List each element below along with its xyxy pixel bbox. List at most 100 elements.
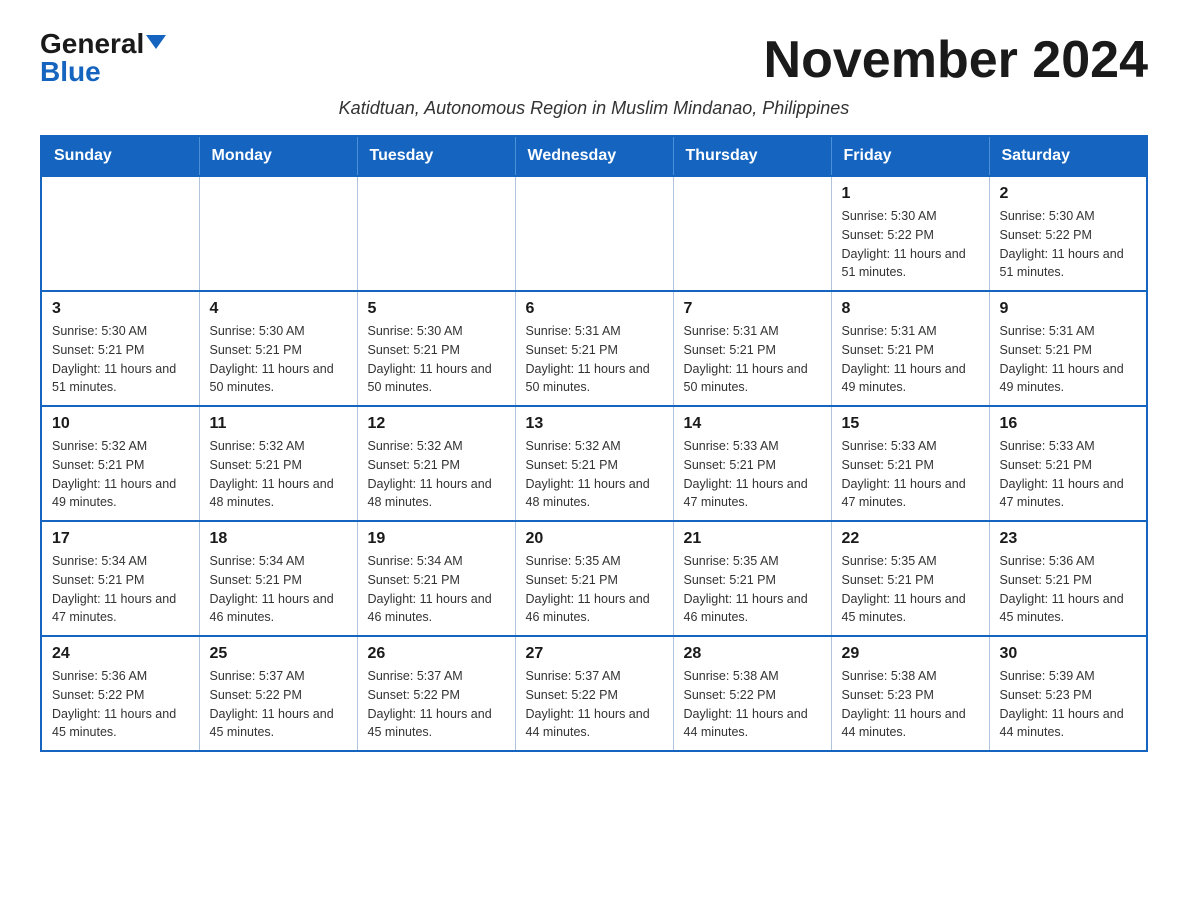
calendar-cell: 26 Sunrise: 5:37 AM Sunset: 5:22 PM Dayli…: [357, 636, 515, 751]
day-info: Sunrise: 5:31 AM Sunset: 5:21 PM Dayligh…: [1000, 322, 1137, 397]
header: General Blue November 2024: [40, 30, 1148, 90]
day-number: 12: [368, 415, 505, 433]
day-info: Sunrise: 5:30 AM Sunset: 5:21 PM Dayligh…: [368, 322, 505, 397]
day-info: Sunrise: 5:33 AM Sunset: 5:21 PM Dayligh…: [842, 437, 979, 512]
day-info: Sunrise: 5:34 AM Sunset: 5:21 PM Dayligh…: [52, 552, 189, 627]
day-number: 29: [842, 645, 979, 663]
calendar-week-5: 24 Sunrise: 5:36 AM Sunset: 5:22 PM Dayli…: [41, 636, 1147, 751]
day-info: Sunrise: 5:31 AM Sunset: 5:21 PM Dayligh…: [842, 322, 979, 397]
calendar-week-3: 10Sunrise: 5:32 AM Sunset: 5:21 PM Dayli…: [41, 406, 1147, 521]
day-number: 14: [684, 415, 821, 433]
calendar-cell: 29 Sunrise: 5:38 AM Sunset: 5:23 PM Dayli…: [831, 636, 989, 751]
day-info: Sunrise: 5:33 AM Sunset: 5:21 PM Dayligh…: [684, 437, 821, 512]
day-info: Sunrise: 5:30 AM Sunset: 5:22 PM Dayligh…: [1000, 207, 1137, 282]
day-info: Sunrise: 5:33 AM Sunset: 5:21 PM Dayligh…: [1000, 437, 1137, 512]
calendar-cell: 22 Sunrise: 5:35 AM Sunset: 5:21 PM Dayli…: [831, 521, 989, 636]
day-info: Sunrise: 5:36 AM Sunset: 5:22 PM Dayligh…: [52, 667, 189, 742]
day-info: Sunrise: 5:30 AM Sunset: 5:21 PM Dayligh…: [210, 322, 347, 397]
calendar-cell: 8 Sunrise: 5:31 AM Sunset: 5:21 PM Daylig…: [831, 291, 989, 406]
calendar-cell: 12 Sunrise: 5:32 AM Sunset: 5:21 PM Dayli…: [357, 406, 515, 521]
day-info: Sunrise: 5:37 AM Sunset: 5:22 PM Dayligh…: [526, 667, 663, 742]
day-number: 19: [368, 530, 505, 548]
day-number: 16: [1000, 415, 1137, 433]
day-info: Sunrise: 5:32 AM Sunset: 5:21 PM Dayligh…: [52, 437, 189, 512]
day-number: 22: [842, 530, 979, 548]
day-info: Sunrise: 5:34 AM Sunset: 5:21 PM Dayligh…: [210, 552, 347, 627]
day-info: Sunrise: 5:37 AM Sunset: 5:22 PM Dayligh…: [368, 667, 505, 742]
logo-general-text: General: [40, 30, 144, 58]
calendar-cell: [199, 176, 357, 291]
logo: General Blue: [40, 30, 166, 86]
day-number: 17: [52, 530, 189, 548]
calendar-week-1: 1 Sunrise: 5:30 AM Sunset: 5:22 PM Daylig…: [41, 176, 1147, 291]
weekday-header-wednesday: Wednesday: [515, 136, 673, 176]
day-info: Sunrise: 5:32 AM Sunset: 5:21 PM Dayligh…: [368, 437, 505, 512]
day-number: 25: [210, 645, 347, 663]
day-info: Sunrise: 5:39 AM Sunset: 5:23 PM Dayligh…: [1000, 667, 1137, 742]
day-number: 3: [52, 300, 189, 318]
day-number: 8: [842, 300, 979, 318]
calendar-cell: 19 Sunrise: 5:34 AM Sunset: 5:21 PM Dayli…: [357, 521, 515, 636]
weekday-header-friday: Friday: [831, 136, 989, 176]
weekday-header-monday: Monday: [199, 136, 357, 176]
day-number: 30: [1000, 645, 1137, 663]
day-info: Sunrise: 5:35 AM Sunset: 5:21 PM Dayligh…: [684, 552, 821, 627]
weekday-header-saturday: Saturday: [989, 136, 1147, 176]
calendar-cell: [673, 176, 831, 291]
logo-general-line: General: [40, 30, 166, 58]
day-info: Sunrise: 5:31 AM Sunset: 5:21 PM Dayligh…: [684, 322, 821, 397]
day-info: Sunrise: 5:38 AM Sunset: 5:23 PM Dayligh…: [842, 667, 979, 742]
calendar-header: SundayMondayTuesdayWednesdayThursdayFrid…: [41, 136, 1147, 176]
calendar-cell: 5 Sunrise: 5:30 AM Sunset: 5:21 PM Daylig…: [357, 291, 515, 406]
calendar-cell: 4 Sunrise: 5:30 AM Sunset: 5:21 PM Daylig…: [199, 291, 357, 406]
day-number: 24: [52, 645, 189, 663]
calendar-cell: 11 Sunrise: 5:32 AM Sunset: 5:21 PM Dayli…: [199, 406, 357, 521]
day-number: 26: [368, 645, 505, 663]
calendar-cell: 1Sunrise: 5:30 AM Sunset: 5:22 PM Daylig…: [831, 176, 989, 291]
calendar-cell: 23 Sunrise: 5:36 AM Sunset: 5:21 PM Dayli…: [989, 521, 1147, 636]
calendar-cell: 27Sunrise: 5:37 AM Sunset: 5:22 PM Dayli…: [515, 636, 673, 751]
day-info: Sunrise: 5:35 AM Sunset: 5:21 PM Dayligh…: [842, 552, 979, 627]
calendar-cell: 16 Sunrise: 5:33 AM Sunset: 5:21 PM Dayli…: [989, 406, 1147, 521]
calendar-week-4: 17 Sunrise: 5:34 AM Sunset: 5:21 PM Dayli…: [41, 521, 1147, 636]
day-info: Sunrise: 5:37 AM Sunset: 5:22 PM Dayligh…: [210, 667, 347, 742]
day-number: 15: [842, 415, 979, 433]
calendar-body: 1 Sunrise: 5:30 AM Sunset: 5:22 PM Daylig…: [41, 176, 1147, 751]
weekday-row: SundayMondayTuesdayWednesdayThursdayFrid…: [41, 136, 1147, 176]
calendar-cell: 15 Sunrise: 5:33 AM Sunset: 5:21 PM Dayli…: [831, 406, 989, 521]
calendar-cell: 3Sunrise: 5:30 AM Sunset: 5:21 PM Daylig…: [41, 291, 199, 406]
subtitle: Katidtuan, Autonomous Region in Muslim M…: [40, 98, 1148, 119]
calendar-cell: 25 Sunrise: 5:37 AM Sunset: 5:22 PM Dayli…: [199, 636, 357, 751]
calendar-cell: [515, 176, 673, 291]
day-number: 4: [210, 300, 347, 318]
day-info: Sunrise: 5:32 AM Sunset: 5:21 PM Dayligh…: [210, 437, 347, 512]
calendar-cell: 21Sunrise: 5:35 AM Sunset: 5:21 PM Dayli…: [673, 521, 831, 636]
weekday-header-sunday: Sunday: [41, 136, 199, 176]
calendar-cell: 17 Sunrise: 5:34 AM Sunset: 5:21 PM Dayli…: [41, 521, 199, 636]
logo-triangle-icon: [146, 35, 166, 49]
day-info: Sunrise: 5:32 AM Sunset: 5:21 PM Dayligh…: [526, 437, 663, 512]
calendar-cell: 28 Sunrise: 5:38 AM Sunset: 5:22 PM Dayli…: [673, 636, 831, 751]
day-number: 28: [684, 645, 821, 663]
calendar-cell: 6 Sunrise: 5:31 AM Sunset: 5:21 PM Daylig…: [515, 291, 673, 406]
day-info: Sunrise: 5:31 AM Sunset: 5:21 PM Dayligh…: [526, 322, 663, 397]
day-info: Sunrise: 5:34 AM Sunset: 5:21 PM Dayligh…: [368, 552, 505, 627]
calendar-cell: 24 Sunrise: 5:36 AM Sunset: 5:22 PM Dayli…: [41, 636, 199, 751]
day-info: Sunrise: 5:36 AM Sunset: 5:21 PM Dayligh…: [1000, 552, 1137, 627]
day-number: 5: [368, 300, 505, 318]
weekday-header-thursday: Thursday: [673, 136, 831, 176]
day-number: 18: [210, 530, 347, 548]
day-number: 20: [526, 530, 663, 548]
calendar-cell: 20Sunrise: 5:35 AM Sunset: 5:21 PM Dayli…: [515, 521, 673, 636]
day-number: 6: [526, 300, 663, 318]
day-number: 23: [1000, 530, 1137, 548]
calendar-cell: 14 Sunrise: 5:33 AM Sunset: 5:21 PM Dayli…: [673, 406, 831, 521]
logo-blue-text: Blue: [40, 58, 101, 86]
day-info: Sunrise: 5:38 AM Sunset: 5:22 PM Dayligh…: [684, 667, 821, 742]
day-number: 11: [210, 415, 347, 433]
calendar-cell: [357, 176, 515, 291]
month-title: November 2024: [764, 30, 1148, 90]
day-number: 1: [842, 185, 979, 203]
day-number: 7: [684, 300, 821, 318]
calendar-cell: 10Sunrise: 5:32 AM Sunset: 5:21 PM Dayli…: [41, 406, 199, 521]
